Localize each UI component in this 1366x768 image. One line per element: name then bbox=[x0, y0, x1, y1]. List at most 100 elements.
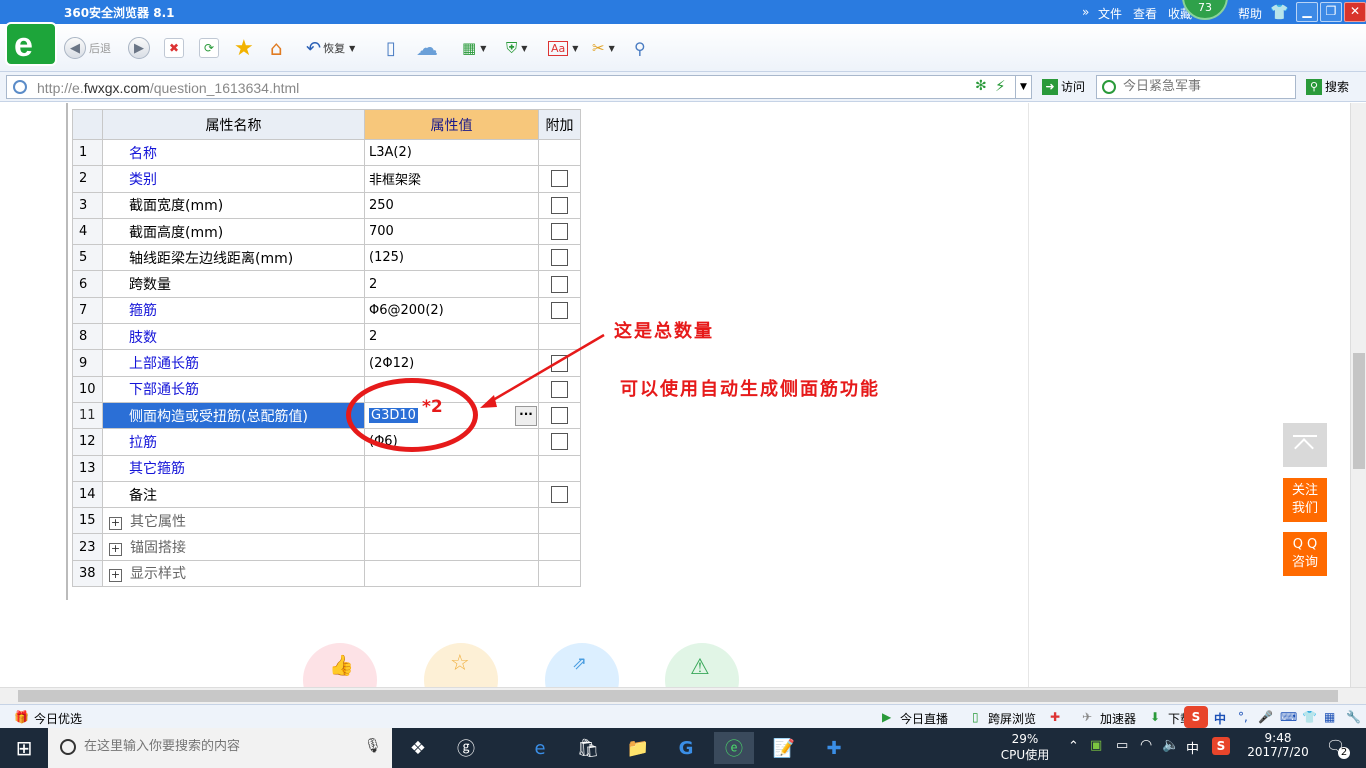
taskbar-search[interactable]: 🎙 bbox=[48, 728, 392, 768]
back-to-top-button[interactable] bbox=[1283, 423, 1327, 467]
like-button[interactable]: 👍 bbox=[303, 643, 377, 687]
shirt-skin-icon[interactable]: 👕 bbox=[1270, 3, 1289, 21]
row-value[interactable]: 250 bbox=[364, 191, 539, 219]
vertical-scrollbar[interactable] bbox=[1350, 103, 1366, 687]
row-name[interactable]: 类别 bbox=[102, 165, 365, 193]
screenshot-button[interactable]: ✂ ▼ bbox=[592, 36, 615, 60]
vertical-scroll-thumb[interactable] bbox=[1353, 353, 1365, 469]
row-name[interactable]: 下部通长筋 bbox=[102, 375, 365, 403]
back-button[interactable]: ◀ 后退 bbox=[64, 36, 111, 60]
translate-button[interactable]: Aa ▼ bbox=[548, 36, 578, 60]
extra-checkbox[interactable] bbox=[551, 407, 568, 425]
daily-picks-link[interactable]: 今日优选 bbox=[34, 710, 82, 727]
stop-button[interactable]: ✖ bbox=[164, 36, 184, 60]
row-name[interactable]: 名称 bbox=[102, 138, 365, 167]
store-icon[interactable]: 🛍 bbox=[568, 732, 608, 764]
table-group-row[interactable]: 15 + 其它属性 bbox=[72, 507, 581, 535]
row-value[interactable]: 2 bbox=[364, 323, 539, 351]
skin-icon[interactable]: 👕 bbox=[1302, 710, 1317, 724]
tray-expand-icon[interactable]: ⌃ bbox=[1068, 739, 1079, 754]
refresh-button[interactable]: ⟳ bbox=[199, 36, 219, 60]
clock[interactable]: 9:48 2017/7/20 bbox=[1240, 731, 1316, 759]
table-group-row[interactable]: 38 + 显示样式 bbox=[72, 559, 581, 588]
table-row[interactable]: 4 截面高度(mm) 700 bbox=[72, 217, 581, 246]
row-name[interactable]: 跨数量 bbox=[102, 270, 365, 298]
horizontal-scroll-thumb[interactable] bbox=[18, 690, 1338, 702]
taskbar-search-input[interactable] bbox=[84, 739, 364, 754]
feiq-icon[interactable]: ✚ bbox=[814, 732, 854, 764]
live-link[interactable]: 今日直播 bbox=[900, 710, 948, 727]
task-view-icon[interactable]: ❖ bbox=[398, 732, 438, 764]
home-icon[interactable]: ⌂ bbox=[270, 36, 283, 60]
table-row[interactable]: 12 拉筋 (Φ6) bbox=[72, 428, 581, 456]
restore-tab-button[interactable]: ↶ 恢复 ▼ bbox=[306, 36, 355, 60]
row-value[interactable]: (125) bbox=[364, 244, 539, 272]
file-explorer-icon[interactable]: 📁 bbox=[618, 732, 658, 764]
forward-button[interactable]: ▶ bbox=[128, 36, 150, 60]
url-dropdown-icon[interactable]: ▼ bbox=[1015, 76, 1031, 98]
360-browser-taskbar-icon[interactable]: ⓔ bbox=[714, 732, 754, 764]
row-value[interactable]: L3A(2) bbox=[364, 138, 539, 167]
extra-checkbox[interactable] bbox=[551, 354, 568, 372]
glodon-app-icon[interactable]: G bbox=[666, 732, 706, 764]
row-name[interactable]: 截面宽度(mm) bbox=[102, 191, 365, 219]
search-box[interactable] bbox=[1096, 75, 1296, 99]
row-value[interactable] bbox=[364, 454, 539, 482]
table-row[interactable]: 10 下部通长筋 bbox=[72, 375, 581, 403]
notes-icon[interactable]: 📝 bbox=[764, 732, 804, 764]
row-name[interactable]: 侧面构造或受扭筋(总配筋值) bbox=[102, 401, 365, 430]
share-button[interactable]: ⇗ bbox=[545, 643, 619, 687]
cross-screen-link[interactable]: 跨屏浏览 bbox=[988, 710, 1036, 727]
table-group-row[interactable]: 23 + 锚固搭接 bbox=[72, 533, 581, 561]
table-row[interactable]: 5 轴线距梁左边线距离(mm) (125) bbox=[72, 244, 581, 272]
keyboard-icon[interactable]: ⌨ bbox=[1280, 710, 1297, 724]
edge-browser-icon[interactable]: e bbox=[520, 732, 560, 764]
favorite-star-icon[interactable]: ★ bbox=[234, 36, 254, 61]
taskbar-ime-mode[interactable]: 中 bbox=[1186, 738, 1199, 757]
expand-plus-icon[interactable]: + bbox=[109, 543, 122, 557]
extra-checkbox[interactable] bbox=[551, 196, 568, 214]
extra-checkbox[interactable] bbox=[551, 380, 568, 398]
table-row[interactable]: 3 截面宽度(mm) 250 bbox=[72, 191, 581, 219]
collect-button[interactable]: ☆ bbox=[424, 643, 498, 687]
restore-button[interactable]: ❐ bbox=[1320, 2, 1342, 22]
expand-plus-icon[interactable]: + bbox=[109, 569, 122, 583]
row-value[interactable]: 700 bbox=[364, 217, 539, 246]
row-name[interactable]: 轴线距梁左边线距离(mm) bbox=[102, 244, 365, 272]
close-button[interactable]: ✕ bbox=[1344, 2, 1366, 22]
lightning-icon[interactable]: ⚡ bbox=[995, 77, 1006, 95]
follow-us-button[interactable]: 关注 我们 bbox=[1283, 478, 1327, 522]
battery-icon[interactable]: ▭ bbox=[1116, 738, 1128, 753]
menu-file[interactable]: 文件 bbox=[1098, 5, 1122, 22]
medkit-icon[interactable]: ✚ bbox=[1050, 710, 1060, 724]
ime-mode[interactable]: 中 bbox=[1214, 710, 1226, 727]
report-button[interactable]: ⚠ bbox=[665, 643, 739, 687]
loading-icon[interactable]: ✻ bbox=[975, 78, 987, 94]
microphone-icon[interactable]: 🎙 bbox=[364, 738, 382, 754]
row-name[interactable]: 拉筋 bbox=[102, 428, 365, 456]
table-row[interactable]: 14 备注 bbox=[72, 480, 581, 509]
row-name[interactable]: 截面高度(mm) bbox=[102, 217, 365, 246]
row-value[interactable] bbox=[364, 480, 539, 509]
phone-icon[interactable]: ▯ bbox=[386, 36, 396, 60]
row-name[interactable]: 备注 bbox=[102, 480, 365, 509]
row-name[interactable]: 其它箍筋 bbox=[102, 454, 365, 482]
more-options-button[interactable]: ··· bbox=[515, 405, 537, 426]
cloud-icon[interactable]: ☁ bbox=[416, 36, 438, 61]
sogou-ime-icon[interactable]: S bbox=[1184, 706, 1208, 728]
windows-start-icon[interactable]: ⊞ bbox=[4, 732, 44, 764]
table-row-selected[interactable]: 11 侧面构造或受扭筋(总配筋值) G3D10 ··· bbox=[72, 401, 581, 430]
wifi-icon[interactable]: ◠ bbox=[1140, 737, 1152, 753]
menu-help[interactable]: 帮助 bbox=[1238, 5, 1262, 22]
row-value[interactable]: 非框架梁 bbox=[364, 165, 539, 193]
extra-checkbox[interactable] bbox=[551, 275, 568, 293]
table-row[interactable]: 13 其它箍筋 bbox=[72, 454, 581, 482]
apps-button[interactable]: ▦ ▼ bbox=[462, 36, 486, 60]
horizontal-scrollbar[interactable] bbox=[0, 687, 1366, 704]
menu-view[interactable]: 查看 bbox=[1133, 5, 1157, 22]
table-row[interactable]: 9 上部通长筋 (2Φ12) bbox=[72, 349, 581, 377]
table-row[interactable]: 7 箍筋 Φ6@200(2) bbox=[72, 296, 581, 325]
row-name[interactable]: 肢数 bbox=[102, 323, 365, 351]
search-input[interactable] bbox=[1123, 79, 1293, 94]
minimize-button[interactable]: ▁ bbox=[1296, 2, 1318, 22]
